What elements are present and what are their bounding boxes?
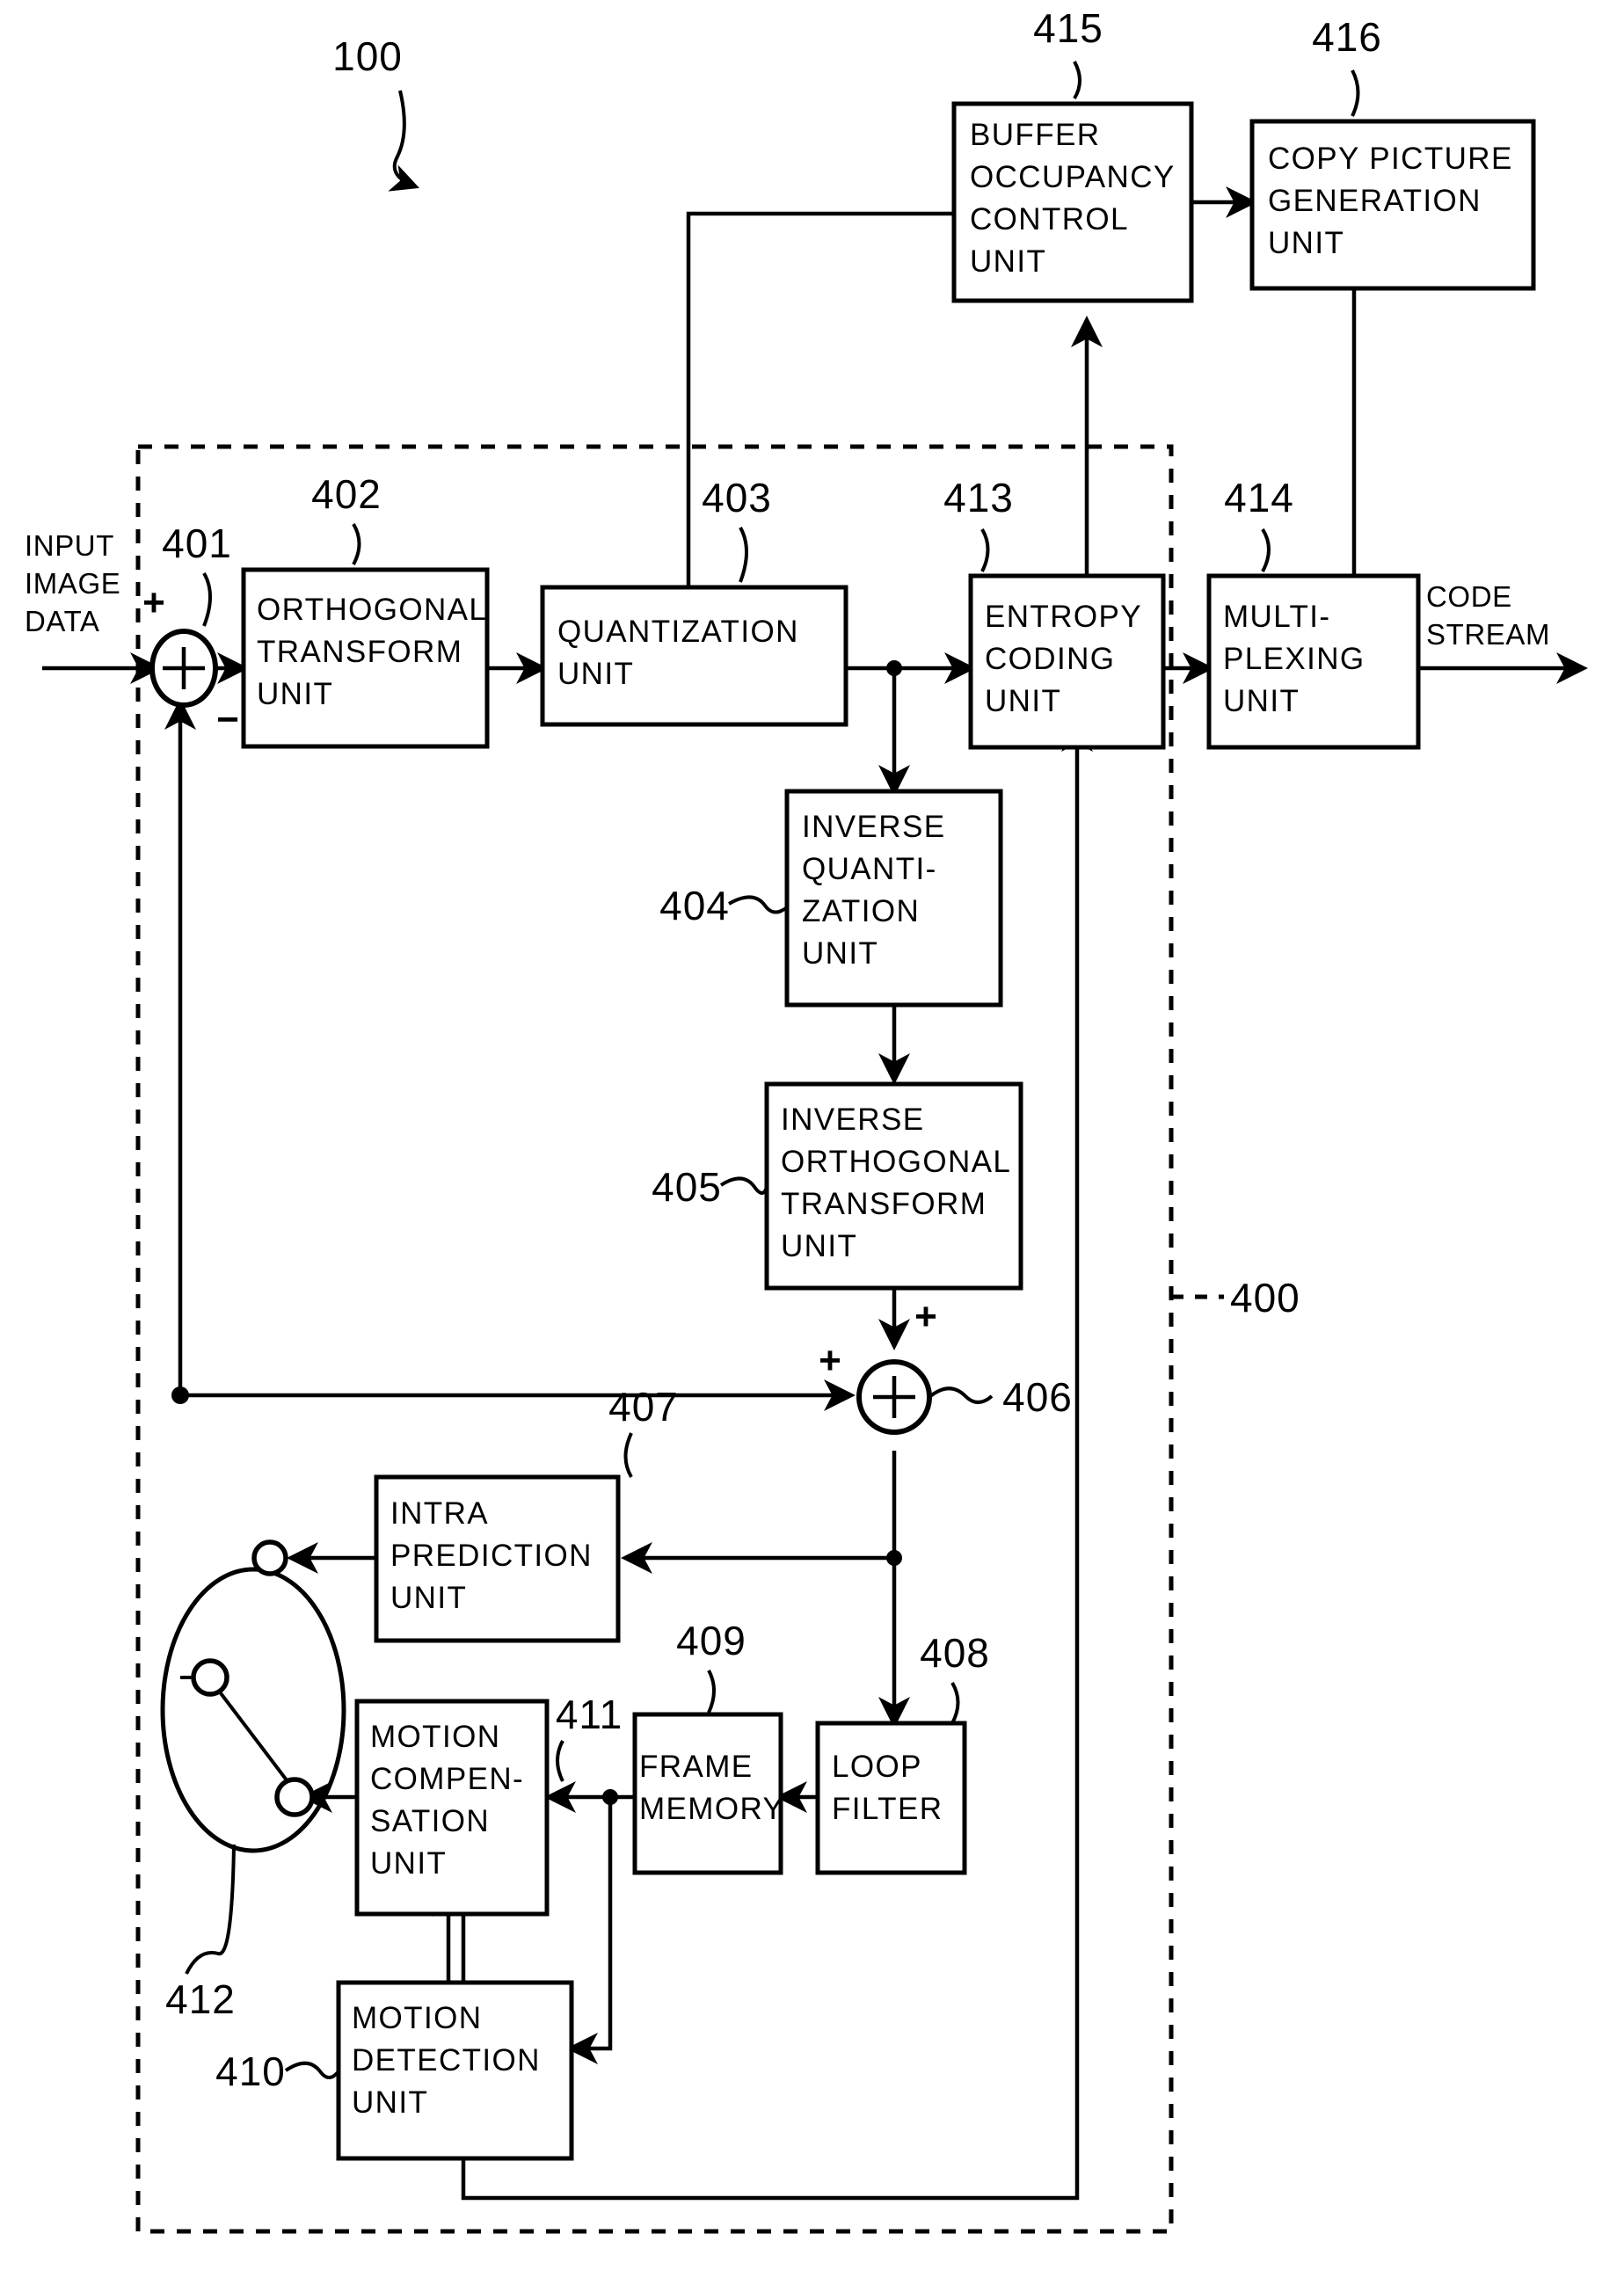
leader-413 <box>980 528 990 572</box>
diagram-canvas: 100 415 416 402 403 413 414 401 404 405 … <box>25 5 1588 2234</box>
switch-blade <box>214 1685 297 1794</box>
leader-415 <box>1073 61 1081 100</box>
leader-100 <box>388 90 419 192</box>
ref-405: 405 <box>652 1164 722 1210</box>
ref-403: 403 <box>702 475 772 520</box>
leader-401 <box>202 571 212 627</box>
leader-406 <box>928 1386 994 1404</box>
ref-413: 413 <box>943 475 1014 520</box>
ref-100: 100 <box>332 33 403 79</box>
sign-adder406-plus-left: + <box>819 1339 841 1382</box>
leader-411 <box>556 1740 564 1782</box>
leader-410 <box>284 2061 340 2079</box>
ref-404: 404 <box>659 883 730 928</box>
leader-403 <box>739 527 748 583</box>
block-quantization-unit[interactable] <box>540 585 848 727</box>
leader-412 <box>185 1844 236 1975</box>
ref-400: 400 <box>1230 1275 1300 1321</box>
ref-410: 410 <box>215 2048 286 2094</box>
label-code-stream: CODE STREAM <box>1426 580 1550 651</box>
switch-contact-inter[interactable] <box>274 1777 315 1817</box>
ref-416: 416 <box>1312 14 1382 60</box>
ref-409: 409 <box>676 1618 746 1663</box>
sign-adder401-minus: − <box>216 698 239 741</box>
leader-405 <box>719 1176 768 1195</box>
switch-contact-intra[interactable] <box>251 1539 288 1576</box>
leader-409 <box>707 1670 716 1714</box>
ref-415: 415 <box>1033 5 1103 51</box>
switch-contact-pole[interactable] <box>191 1658 229 1697</box>
leader-414 <box>1261 528 1271 572</box>
ref-407: 407 <box>608 1384 679 1430</box>
leader-416 <box>1351 69 1360 117</box>
leader-407 <box>623 1432 633 1479</box>
ref-406: 406 <box>1002 1374 1073 1420</box>
sign-adder401-plus: + <box>142 581 165 624</box>
leader-404 <box>728 895 789 914</box>
patent-block-diagram: 100 415 416 402 403 413 414 401 404 405 … <box>0 0 1624 2285</box>
ref-402: 402 <box>311 471 382 517</box>
leader-402 <box>352 522 361 565</box>
ref-411: 411 <box>556 1692 623 1737</box>
ref-408: 408 <box>920 1630 990 1676</box>
label-input-image-data: INPUT IMAGE DATA <box>25 529 129 637</box>
sign-adder406-plus-top: + <box>914 1295 937 1338</box>
ref-401: 401 <box>162 520 232 566</box>
wire-buffer-control-to-quantization <box>673 211 954 621</box>
prediction-switch-outline[interactable] <box>160 1567 346 1853</box>
ref-414: 414 <box>1224 475 1294 520</box>
wire-frame-memory-to-motion-detection <box>566 1797 613 2064</box>
ref-412: 412 <box>165 1976 236 2022</box>
leader-408 <box>950 1681 960 1724</box>
